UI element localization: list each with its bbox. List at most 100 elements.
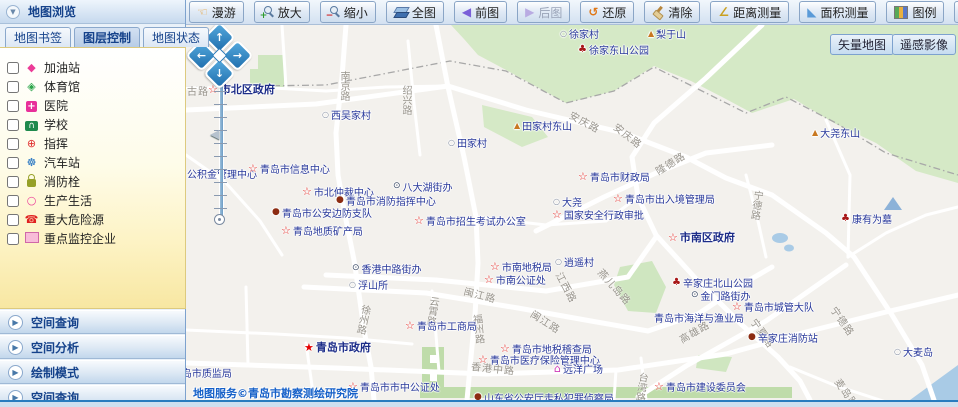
circle-icon: ○ [349,281,356,289]
gas-station-checkbox[interactable] [7,62,19,74]
map-viewport[interactable]: ↑ ← → ↓ ◀ 矢量地图 遥感影像 南京路绍兴路古路安庆路安庆路隆德路宁德路… [186,25,958,400]
star-icon: ☆ [490,261,500,272]
toolbar: ☜漫游 +放大 −缩小全图 ◀前图 ▶后图 ↺还原清除 ∠距离测量 ◣面积测量图例 [186,0,958,25]
legend-item-label: 体育馆 [44,78,80,95]
panel-header-label: 绘制模式 [31,364,79,381]
poi-label-text: 青岛市市中公证处 [360,379,440,394]
zoom-out-button[interactable]: −缩小 [320,1,376,23]
zoom-slider-handle[interactable]: ◀ [210,127,219,141]
command-checkbox[interactable] [7,138,19,150]
measure-area-button[interactable]: ◣面积测量 [799,1,876,23]
restore-button[interactable]: ↺还原 [580,1,634,23]
legend-item-production-life: ○生产生活 [0,191,185,210]
legend-item-label: 医院 [44,97,68,114]
legend-item-command: ⊕指挥 [0,134,185,153]
major-hazard-checkbox[interactable] [7,214,19,226]
bus-station-checkbox[interactable] [7,157,19,169]
map-label-poi: ♣康有为墓 [841,211,892,226]
poi-label-text: 田家村 [457,135,487,150]
poi-label-text: 青岛地质矿产局 [293,223,363,238]
legend-item-gas-station: ◆加油站 [0,58,185,77]
school-icon: ∩ [24,119,39,131]
major-hazard-icon: ☎ [24,214,39,225]
key-enterprise-checkbox[interactable] [7,233,19,245]
remote-imagery-button[interactable]: 遥感影像 [892,34,956,55]
sidebar-header[interactable]: ▼ 地图浏览 [0,0,185,24]
zoom-in-button[interactable]: +放大 [254,1,310,23]
poi-label-text: 大尧东山 [820,125,860,140]
circle-icon: ○ [555,258,562,266]
map-label-poi: ○大麦岛 [894,344,933,359]
tab-layer-control[interactable]: 图层控制 [74,27,140,47]
poi-label-text: 康有为墓 [852,211,892,226]
star-icon: ☆ [414,215,424,226]
layer-control-panel: ◆加油站◈体育馆+医院∩学校⊕指挥☸汽车站消防栓○生产生活☎重大危险源重点监控企… [0,47,186,309]
map-label-poi: ○浮山所 [349,277,388,292]
poi-label-text: 青岛市出入境管理局 [625,191,715,206]
star-icon: ☆ [248,163,258,174]
tab-map-status[interactable]: 地图状态 [143,27,209,47]
full-extent-icon [394,7,408,18]
odot-icon: ⊙ [393,182,401,191]
fire-hydrant-checkbox[interactable] [7,176,19,188]
poi-label-text: 梨于山 [656,26,686,41]
production-life-icon: ○ [24,195,39,206]
legend-item-key-enterprise: 重点监控企业 [0,229,185,248]
gym-checkbox[interactable] [7,81,19,93]
star-icon: ☆ [668,232,678,243]
map-label-poi: ☆青岛市招生考试办公室 [414,213,526,228]
measure-distance-button[interactable]: ∠距离测量 [710,1,789,23]
poi-label-text: 逍遥村 [564,254,594,269]
production-life-checkbox[interactable] [7,195,19,207]
panel-header-draw-mode[interactable]: ▶绘制模式 [0,360,185,384]
print-button[interactable] [954,1,958,23]
poi-label-text: 田家村东山 [522,118,572,133]
star-icon: ☆ [552,209,562,220]
star-icon: ☆ [281,225,291,236]
collapse-icon[interactable]: ▼ [6,5,20,19]
next-view-button[interactable]: ▶后图 [517,1,570,23]
map-label-poi: ●山东省公安厅走私犯罪侦察局 [474,390,614,400]
poi-label-text: 浮山所 [358,277,388,292]
full-extent-button[interactable]: 全图 [386,1,444,23]
pan-button[interactable]: ☜漫游 [189,1,244,23]
dot-icon: ● [272,208,280,217]
prev-view-icon: ◀ [462,6,471,18]
legend-button[interactable]: 图例 [886,1,944,23]
tab-map-bookmarks[interactable]: 地图书签 [5,27,71,47]
poi-label-text: 青岛市信息中心 [260,161,330,176]
sidebar-sections: ▶空间查询▶空间分析▶绘制模式▶空间查询 [0,310,185,407]
clear-button[interactable]: 清除 [644,1,700,23]
peak-icon: ▲ [514,122,520,130]
poi-label-text: 大麦岛 [903,344,933,359]
odot-icon: ⊙ [352,264,360,273]
poi-label-text: 青岛市财政局 [590,169,650,184]
circle-icon: ○ [560,30,567,38]
app-window: ▼ 地图浏览 地图书签图层控制地图状态 ◆加油站◈体育馆+医院∩学校⊕指挥☸汽车… [0,0,958,407]
poi-label-text: 青岛市质监局 [186,365,232,380]
hospital-checkbox[interactable] [7,100,19,112]
panel-header-spatial-analysis[interactable]: ▶空间分析 [0,335,185,359]
poi-label-text: 远洋广场 [563,361,603,376]
star-icon: ☆ [478,354,488,365]
dot-icon: ● [474,393,482,400]
panel-header-label: 空间查询 [31,314,79,331]
panel-header-spatial-query[interactable]: ▶空间查询 [0,310,185,334]
previous-view-button[interactable]: ◀前图 [454,1,507,23]
zoom-slider-tick [214,182,227,183]
gas-station-icon: ◆ [24,62,39,73]
clear-icon [652,6,664,18]
zoom-slider-end[interactable] [214,214,225,225]
map-label-poi: ○徐家村 [560,26,599,41]
legend-item-gym: ◈体育馆 [0,77,185,96]
map-label-poi: ⊙香港中路街办 [352,261,422,276]
poi-label-text: 青岛市招生考试办公室 [426,213,526,228]
map-label-poi: ●辛家庄消防站 [748,330,818,345]
school-checkbox[interactable] [7,119,19,131]
zoom-slider-tick [214,195,227,196]
map-label-poi: 青岛市海洋与渔业局 [654,310,744,325]
legend-item-label: 汽车站 [44,154,80,171]
map-label-poi: ☆市南公证处 [484,272,546,287]
poi-label-text: 青岛市公安边防支队 [282,205,372,220]
vector-map-button[interactable]: 矢量地图 [830,34,894,55]
